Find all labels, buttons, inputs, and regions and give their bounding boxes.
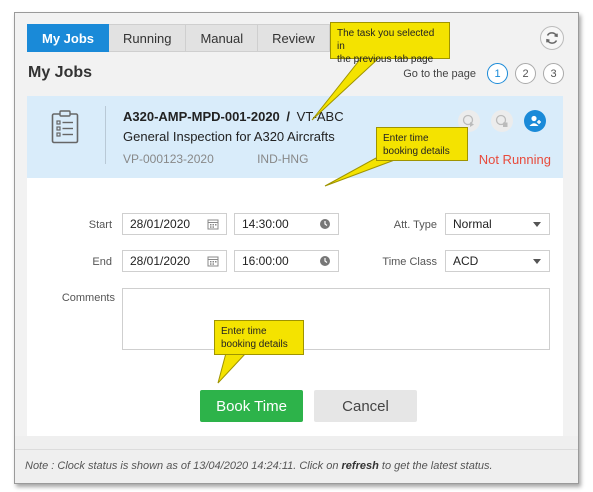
callout-tab-line1: The task you selected in	[337, 28, 435, 52]
callout-booking-top-line2: booking details	[383, 146, 450, 157]
callout-tab-info: The task you selected in the previous ta…	[330, 22, 450, 65]
callout-booking-bottom-line2: booking details	[221, 339, 288, 350]
callout-booking-bottom: Enter time booking details	[214, 320, 304, 355]
callout-booking-top-line1: Enter time	[383, 133, 429, 144]
callout-booking-bottom-line1: Enter time	[221, 326, 267, 337]
callout-tails	[217, 56, 401, 384]
callout-booking-top: Enter time booking details	[376, 127, 468, 161]
callout-tab-line2: the previous tab page	[337, 54, 434, 65]
